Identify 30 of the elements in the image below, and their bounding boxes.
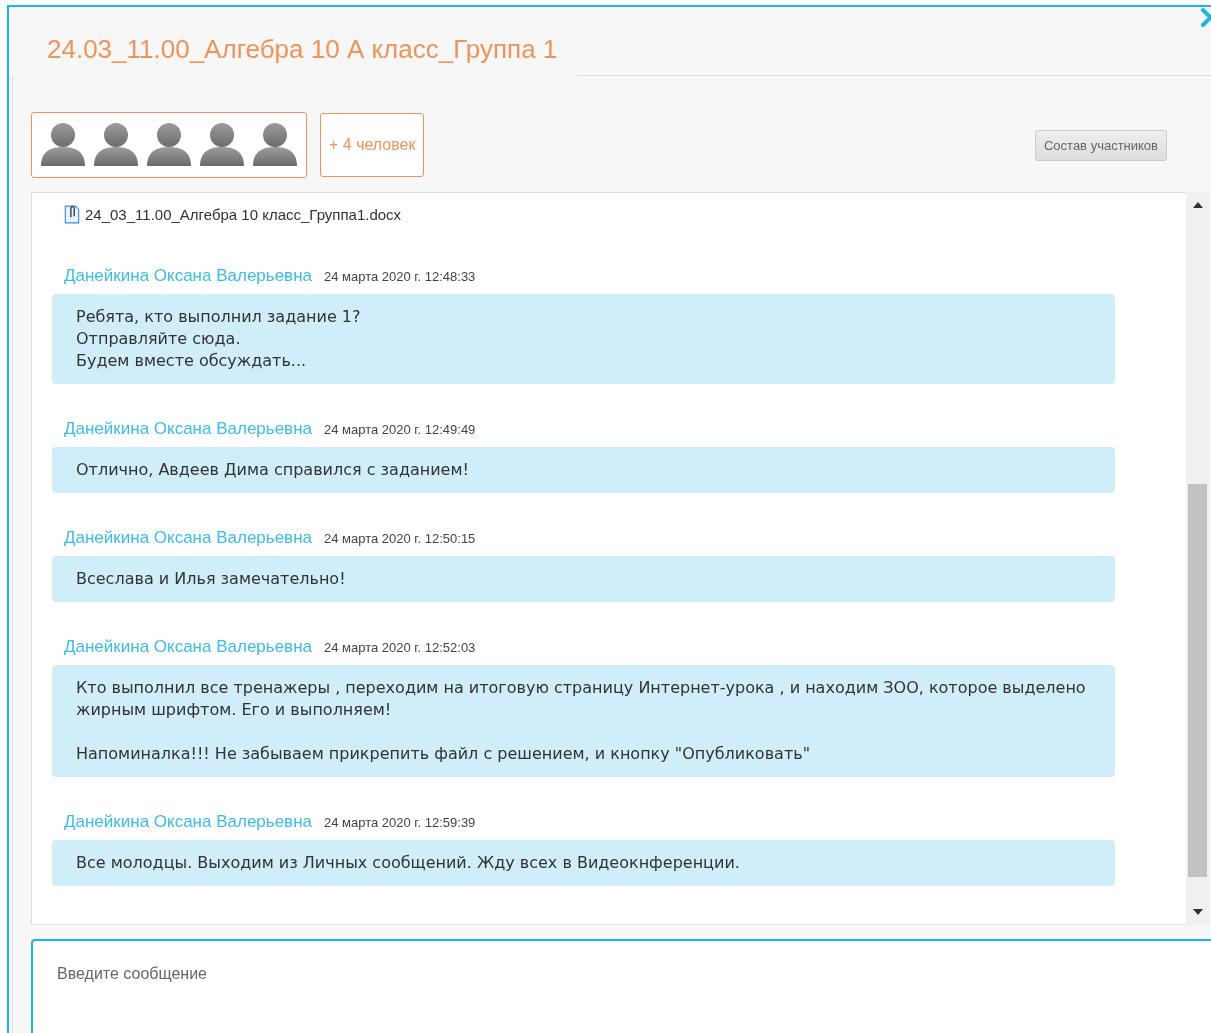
more-participants-button[interactable]: + 4 человек	[320, 113, 425, 177]
scroll-up-icon[interactable]	[1192, 202, 1203, 208]
message-time: 24 марта 2020 г. 12:48:33	[324, 269, 476, 284]
person-icon	[39, 121, 87, 167]
person-icon	[145, 121, 193, 167]
message-bubble: Ребята, кто выполнил задание 1? Отправляйте сюда. Будем вместе обсуждать...	[52, 294, 1115, 384]
document-icon	[64, 205, 80, 224]
author-name[interactable]: Данейкина Оксана Валерьевна	[64, 419, 312, 439]
message-time: 24 марта 2020 г. 12:59:39	[324, 815, 476, 830]
message-time: 24 марта 2020 г. 12:49:49	[324, 422, 476, 437]
attachment-link[interactable]: 24_03_11.00_Алгебра 10 класс_Группа1.docx	[85, 206, 402, 223]
message-bubble: Кто выполнил все тренажеры , переходим на итоговую страницу Интернет-урока , и находим ЗОО, которое выделено жирным шрифтом. Его и выполняем! Напоминалка!!! Не забываем прикрепить файл с решением, и кнопку "Опубликовать"	[52, 665, 1115, 777]
author-name[interactable]: Данейкина Оксана Валерьевна	[64, 812, 312, 832]
scrollbar[interactable]	[1186, 192, 1209, 925]
message-time: 24 марта 2020 г. 12:50:15	[324, 531, 476, 546]
members-button[interactable]: Состав участников	[1034, 129, 1167, 161]
scroll-down-icon[interactable]	[1192, 909, 1203, 915]
message-time: 24 марта 2020 г. 12:52:03	[324, 640, 476, 655]
author-name[interactable]: Данейкина Оксана Валерьевна	[64, 528, 312, 548]
avatar-group[interactable]	[31, 112, 307, 178]
person-icon	[198, 121, 246, 167]
message-bubble: Все молодцы. Выходим из Личных сообщений. Жду всех в Видеокнференции.	[52, 840, 1115, 886]
scroll-thumb[interactable]	[1188, 484, 1207, 877]
author-name[interactable]: Данейкина Оксана Валерьевна	[64, 637, 312, 657]
author-name[interactable]: Данейкина Оксана Валерьевна	[64, 266, 312, 286]
message-input[interactable]: Введите сообщение	[31, 939, 1211, 1033]
message-bubble: Всеслава и Илья замечательно!	[52, 556, 1115, 602]
person-icon	[251, 121, 299, 167]
message-bubble: Отлично, Авдеев Дима справился с заданием!	[52, 447, 1115, 493]
person-icon	[92, 121, 140, 167]
